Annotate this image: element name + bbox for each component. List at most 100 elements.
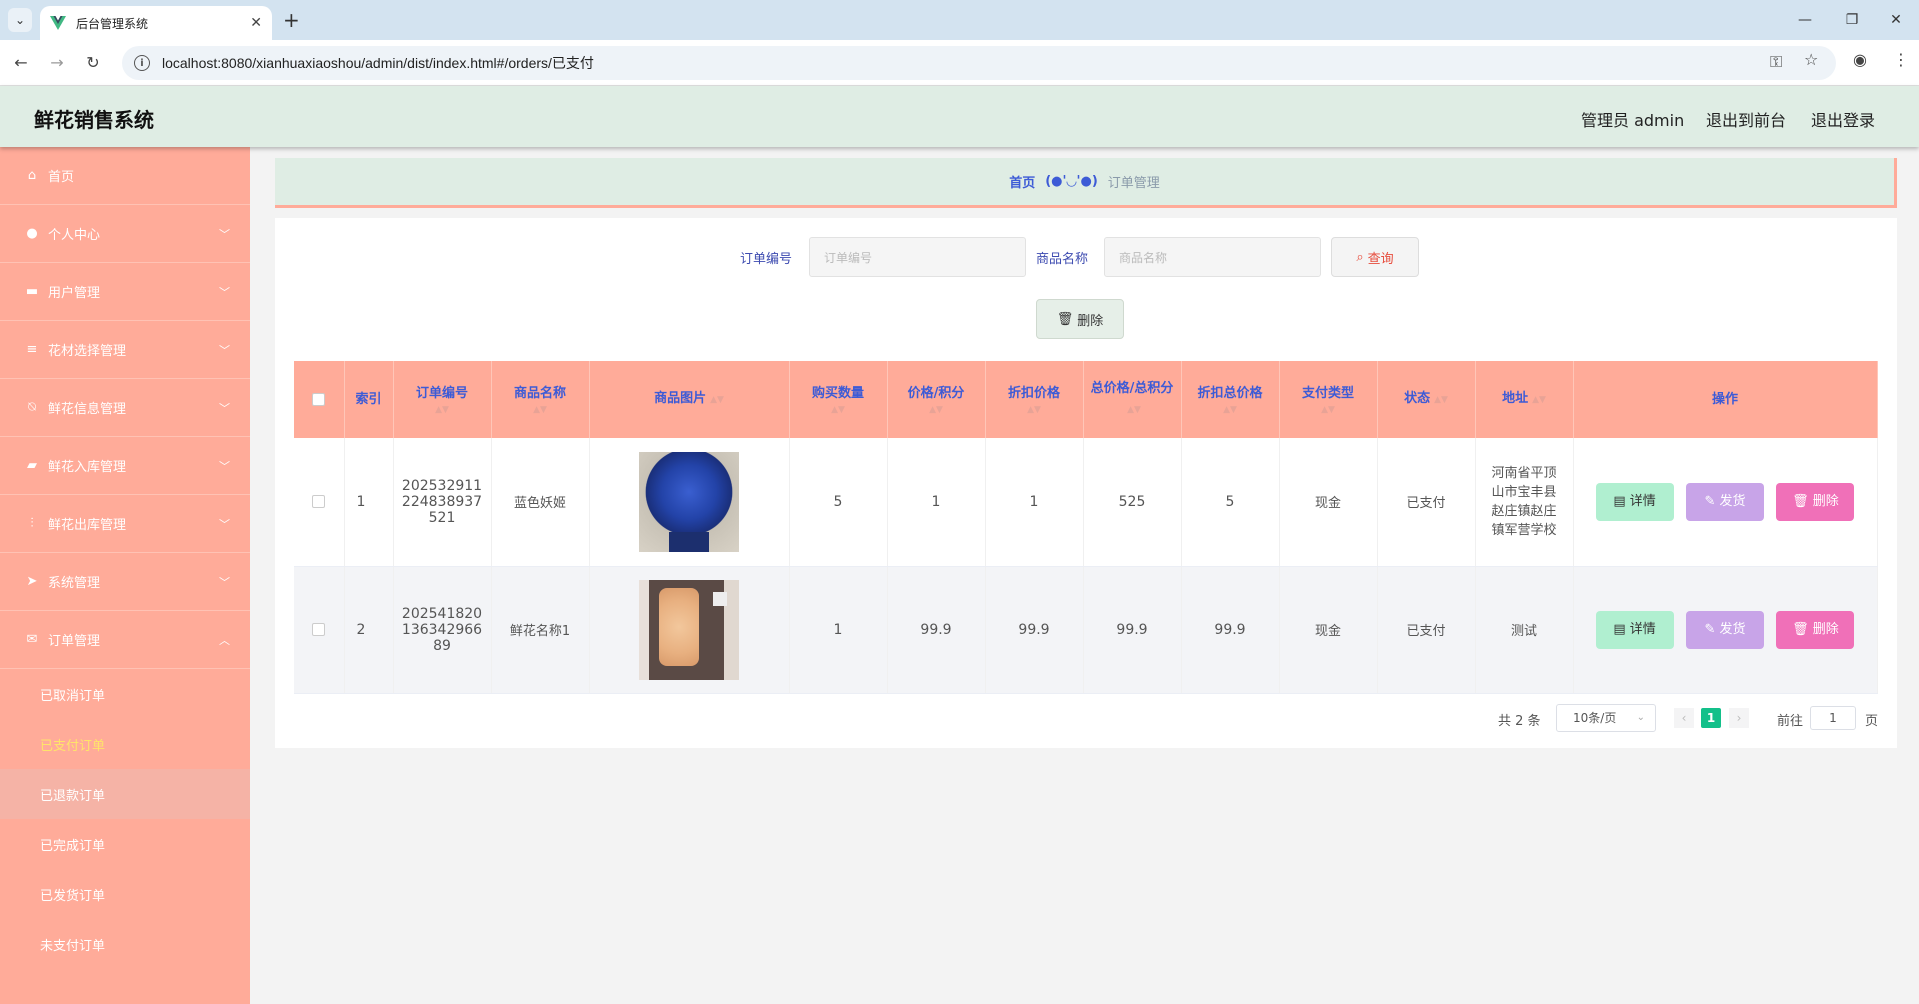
page-number[interactable]: 1 [1701, 708, 1721, 728]
header-label: 价格/积分 [907, 385, 965, 401]
sidebar-sub-unpaid[interactable]: 未支付订单 [0, 919, 250, 969]
url-field[interactable]: i localhost:8080/xianhuaxiaoshou/admin/d… [122, 46, 1836, 80]
row-index: 2 [344, 566, 394, 694]
header-address[interactable]: 地址 ▲▼ [1475, 361, 1574, 438]
select-all-checkbox[interactable] [312, 392, 326, 406]
page-size-select[interactable]: 10条/页 ⌄ [1556, 704, 1656, 732]
sidebar-item-system[interactable]: ➤ 系统管理 ﹀ [0, 553, 250, 611]
detail-button[interactable]: ▤ 详情 [1595, 610, 1674, 649]
row-checkbox[interactable] [312, 495, 326, 509]
trash-icon: 🗑 [1056, 311, 1074, 327]
chevron-down-icon: ﹀ [219, 401, 230, 415]
delete-button[interactable]: 🗑 删除 [1776, 482, 1855, 521]
logout-link[interactable]: 退出登录 [1811, 107, 1875, 131]
profile-icon[interactable]: ◉ [1853, 50, 1867, 69]
ship-label: 发货 [1719, 621, 1746, 637]
header-label: 商品名称 [513, 385, 566, 401]
total-count: 共 2 条 [1498, 714, 1541, 729]
sidebar-item-flower-info[interactable]: ⍉ 鲜花信息管理 ﹀ [0, 379, 250, 437]
minimize-icon[interactable]: — [1782, 6, 1828, 34]
sort-icon[interactable]: ▲▼ [986, 404, 1083, 416]
sidebar-sub-refunded[interactable]: 已退款订单 [0, 769, 250, 819]
delete-button[interactable]: 🗑 删除 [1776, 610, 1855, 649]
detail-label: 详情 [1629, 493, 1656, 509]
close-window-icon[interactable]: ✕ [1873, 6, 1919, 34]
bookmark-star-icon[interactable]: ☆ [1804, 50, 1818, 69]
ship-button[interactable]: ✎ 发货 [1686, 610, 1764, 649]
sidebar-item-users[interactable]: ▬ 用户管理 ﹀ [0, 263, 250, 321]
prev-page-icon[interactable]: ‹ [1674, 708, 1694, 728]
restore-icon[interactable]: ❐ [1829, 6, 1875, 34]
sidebar-sub-completed[interactable]: 已完成订单 [0, 819, 250, 869]
goto-page-input[interactable]: 1 [1810, 706, 1856, 730]
reload-icon[interactable]: ↻ [80, 50, 106, 76]
header-pay-type[interactable]: 支付类型 ▲▼ [1279, 361, 1378, 438]
row-select-cell[interactable] [294, 438, 345, 567]
box-icon: ▰ [27, 458, 37, 473]
sidebar-sub-shipped[interactable]: 已发货订单 [0, 869, 250, 919]
detail-button[interactable]: ▤ 详情 [1595, 482, 1674, 521]
edit-icon: ✎ [1704, 621, 1720, 637]
sidebar-item-orders[interactable]: ✉ 订单管理 ︿ [0, 611, 250, 669]
delete-label: 删除 [1812, 493, 1839, 509]
sidebar-item-material[interactable]: ≡ 花材选择管理 ﹀ [0, 321, 250, 379]
password-key-icon[interactable]: ⚿ [1770, 52, 1782, 72]
sort-icon[interactable]: ▲▼ [710, 390, 724, 410]
sidebar-item-label: 用户管理 [48, 286, 101, 301]
chevron-down-icon: ﹀ [219, 343, 230, 357]
header-status[interactable]: 状态 ▲▼ [1377, 361, 1476, 438]
row-status: 已支付 [1377, 438, 1476, 567]
row-checkbox[interactable] [312, 623, 326, 636]
header-qty[interactable]: 购买数量 ▲▼ [789, 361, 888, 438]
page-size-value: 10条/页 [1573, 711, 1617, 725]
sidebar-item-profile[interactable]: ● 个人中心 ﹀ [0, 205, 250, 263]
tab-search-chevron-icon[interactable]: ⌄ [8, 8, 32, 32]
browser-tab-bar: ⌄ 后台管理系统 ✕ + — ❐ ✕ [0, 0, 1919, 40]
header-price[interactable]: 价格/积分 ▲▼ [887, 361, 986, 438]
close-tab-icon[interactable]: ✕ [250, 15, 262, 31]
sort-icon[interactable]: ▲▼ [492, 404, 589, 416]
sort-icon[interactable]: ▲▼ [1434, 390, 1448, 410]
sidebar-item-stock-out[interactable]: ⫶ 鲜花出库管理 ﹀ [0, 495, 250, 553]
header-order-no[interactable]: 订单编号 ▲▼ [393, 361, 492, 438]
query-button[interactable]: ⌕ 查询 [1331, 237, 1419, 277]
sort-icon[interactable]: ▲▼ [888, 404, 985, 416]
header-product[interactable]: 商品名称 ▲▼ [491, 361, 590, 438]
sort-icon[interactable]: ▲▼ [394, 404, 491, 416]
next-page-icon[interactable]: › [1729, 708, 1749, 728]
new-tab-icon[interactable]: + [283, 8, 300, 32]
sidebar-sub-paid[interactable]: 已支付订单 [0, 719, 250, 769]
forward-icon[interactable]: → [44, 50, 70, 76]
order-no-line: 202541820 [401, 605, 483, 622]
ship-button[interactable]: ✎ 发货 [1686, 482, 1764, 521]
sort-icon[interactable]: ▲▼ [1280, 404, 1377, 416]
row-select-cell[interactable] [294, 566, 345, 694]
header-total[interactable]: 总价格/总积分 ▲▼ [1083, 361, 1182, 438]
sort-icon[interactable]: ▲▼ [1532, 390, 1546, 410]
product-name-input[interactable]: 商品名称 [1104, 237, 1321, 277]
header-image[interactable]: 商品图片 ▲▼ [589, 361, 790, 438]
back-icon[interactable]: ← [8, 50, 34, 76]
batch-delete-button[interactable]: 🗑 删除 [1036, 299, 1124, 339]
row-actions: ▤ 详情 ✎ 发货 🗑 删除 [1573, 566, 1878, 694]
header-discount-total[interactable]: 折扣总价格 ▲▼ [1181, 361, 1280, 438]
sidebar-item-stock-in[interactable]: ▰ 鲜花入库管理 ﹀ [0, 437, 250, 495]
header-discount-price[interactable]: 折扣价格 ▲▼ [985, 361, 1084, 438]
sidebar-item-home[interactable]: ⌂ 首页 [0, 147, 250, 205]
breadcrumb: 首页 (●'◡'●) 订单管理 [275, 158, 1897, 208]
goto-label: 前往 [1777, 714, 1804, 729]
browser-tab[interactable]: 后台管理系统 ✕ [40, 6, 272, 40]
exit-to-front-link[interactable]: 退出到前台 [1706, 107, 1786, 131]
row-order-no: 202532911 224838937 521 [393, 438, 492, 567]
address-line: 镇军营学校 [1491, 522, 1557, 538]
breadcrumb-home[interactable]: 首页 [1009, 172, 1035, 191]
select-all-header[interactable] [294, 361, 345, 438]
sort-icon[interactable]: ▲▼ [1127, 400, 1141, 420]
order-no-input[interactable]: 订单编号 [809, 237, 1026, 277]
site-info-icon[interactable]: i [134, 55, 150, 71]
sort-icon[interactable]: ▲▼ [790, 404, 887, 416]
sidebar-sub-cancelled[interactable]: 已取消订单 [0, 669, 250, 719]
more-menu-icon[interactable]: ⋮ [1893, 50, 1909, 69]
detail-label: 详情 [1629, 621, 1656, 637]
sort-icon[interactable]: ▲▼ [1182, 404, 1279, 416]
